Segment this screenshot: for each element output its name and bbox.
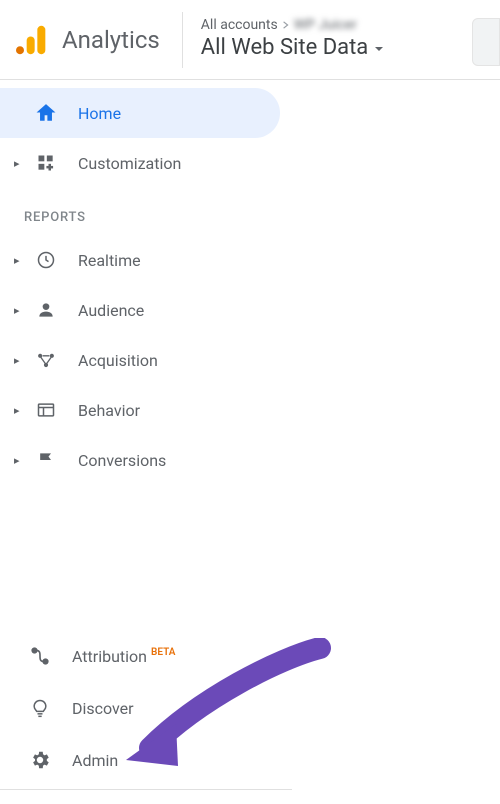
view-name-row: All Web Site Data [201, 34, 384, 63]
sidebar-item-home[interactable]: ▶ Home [0, 88, 280, 138]
expand-caret[interactable]: ▸ [14, 157, 28, 170]
sidebar-item-behavior[interactable]: ▸ Behavior [0, 385, 500, 435]
expand-caret[interactable]: ▸ [14, 304, 28, 317]
attribution-text: Attribution [72, 647, 147, 666]
analytics-logo-icon [16, 24, 48, 56]
sidebar-item-conversions[interactable]: ▸ Conversions [0, 435, 500, 485]
flag-icon [34, 448, 58, 472]
expand-caret[interactable]: ▸ [14, 404, 28, 417]
beta-badge: BETA [151, 647, 175, 658]
lightbulb-icon [28, 696, 52, 720]
account-name-blurred: WP Juicer [294, 16, 357, 34]
sidebar-item-label: Audience [78, 301, 144, 320]
sidebar-item-label: Customization [78, 154, 181, 173]
expand-caret[interactable]: ▸ [14, 354, 28, 367]
sidebar-item-label: Acquisition [78, 351, 158, 370]
sidebar-section-reports: REPORTS [0, 188, 500, 235]
acquisition-icon [34, 348, 58, 372]
expand-caret[interactable]: ▸ [14, 254, 28, 267]
sidebar-item-label: Behavior [78, 401, 140, 420]
sidebar-item-acquisition[interactable]: ▸ Acquisition [0, 335, 500, 385]
view-name: All Web Site Data [201, 34, 368, 63]
sidebar-item-admin[interactable]: Admin [0, 734, 292, 786]
account-path: All accounts WP Juicer [201, 16, 384, 34]
home-icon [34, 101, 58, 125]
sidebar-item-realtime[interactable]: ▸ Realtime [0, 235, 500, 285]
chevron-right-icon [282, 21, 290, 29]
sidebar-item-customization[interactable]: ▸ Customization [0, 138, 500, 188]
header-right-panel [472, 18, 500, 66]
account-selector[interactable]: All accounts WP Juicer All Web Site Data [201, 16, 384, 63]
person-icon [34, 298, 58, 322]
sidebar-item-attribution[interactable]: Attribution BETA [0, 630, 292, 682]
account-all: All accounts [201, 16, 278, 34]
clock-icon [34, 248, 58, 272]
expand-caret[interactable]: ▸ [14, 454, 28, 467]
attribution-icon [28, 644, 52, 668]
sidebar-item-label: Admin [72, 751, 118, 770]
sidebar-item-label: Home [78, 104, 121, 123]
sidebar-item-label: Conversions [78, 451, 166, 470]
app-header: Analytics All accounts WP Juicer All Web… [0, 0, 500, 80]
product-logo-area: Analytics [12, 24, 160, 56]
header-divider [182, 12, 183, 68]
sidebar-item-label: Attribution BETA [72, 647, 175, 666]
behavior-icon [34, 398, 58, 422]
customization-icon [34, 151, 58, 175]
sidebar-item-audience[interactable]: ▸ Audience [0, 285, 500, 335]
gear-icon [28, 748, 52, 772]
product-name: Analytics [62, 26, 160, 54]
sidebar-item-label: Discover [72, 699, 134, 718]
sidebar-nav: ▶ Home ▸ Customization REPORTS ▸ Realtim… [0, 80, 500, 485]
sidebar-item-label: Realtime [78, 251, 141, 270]
sidebar-item-discover[interactable]: Discover [0, 682, 292, 734]
bottom-divider [0, 789, 292, 790]
caret-down-icon [374, 44, 384, 54]
sidebar-bottom-nav: Attribution BETA Discover Admin [0, 630, 292, 786]
